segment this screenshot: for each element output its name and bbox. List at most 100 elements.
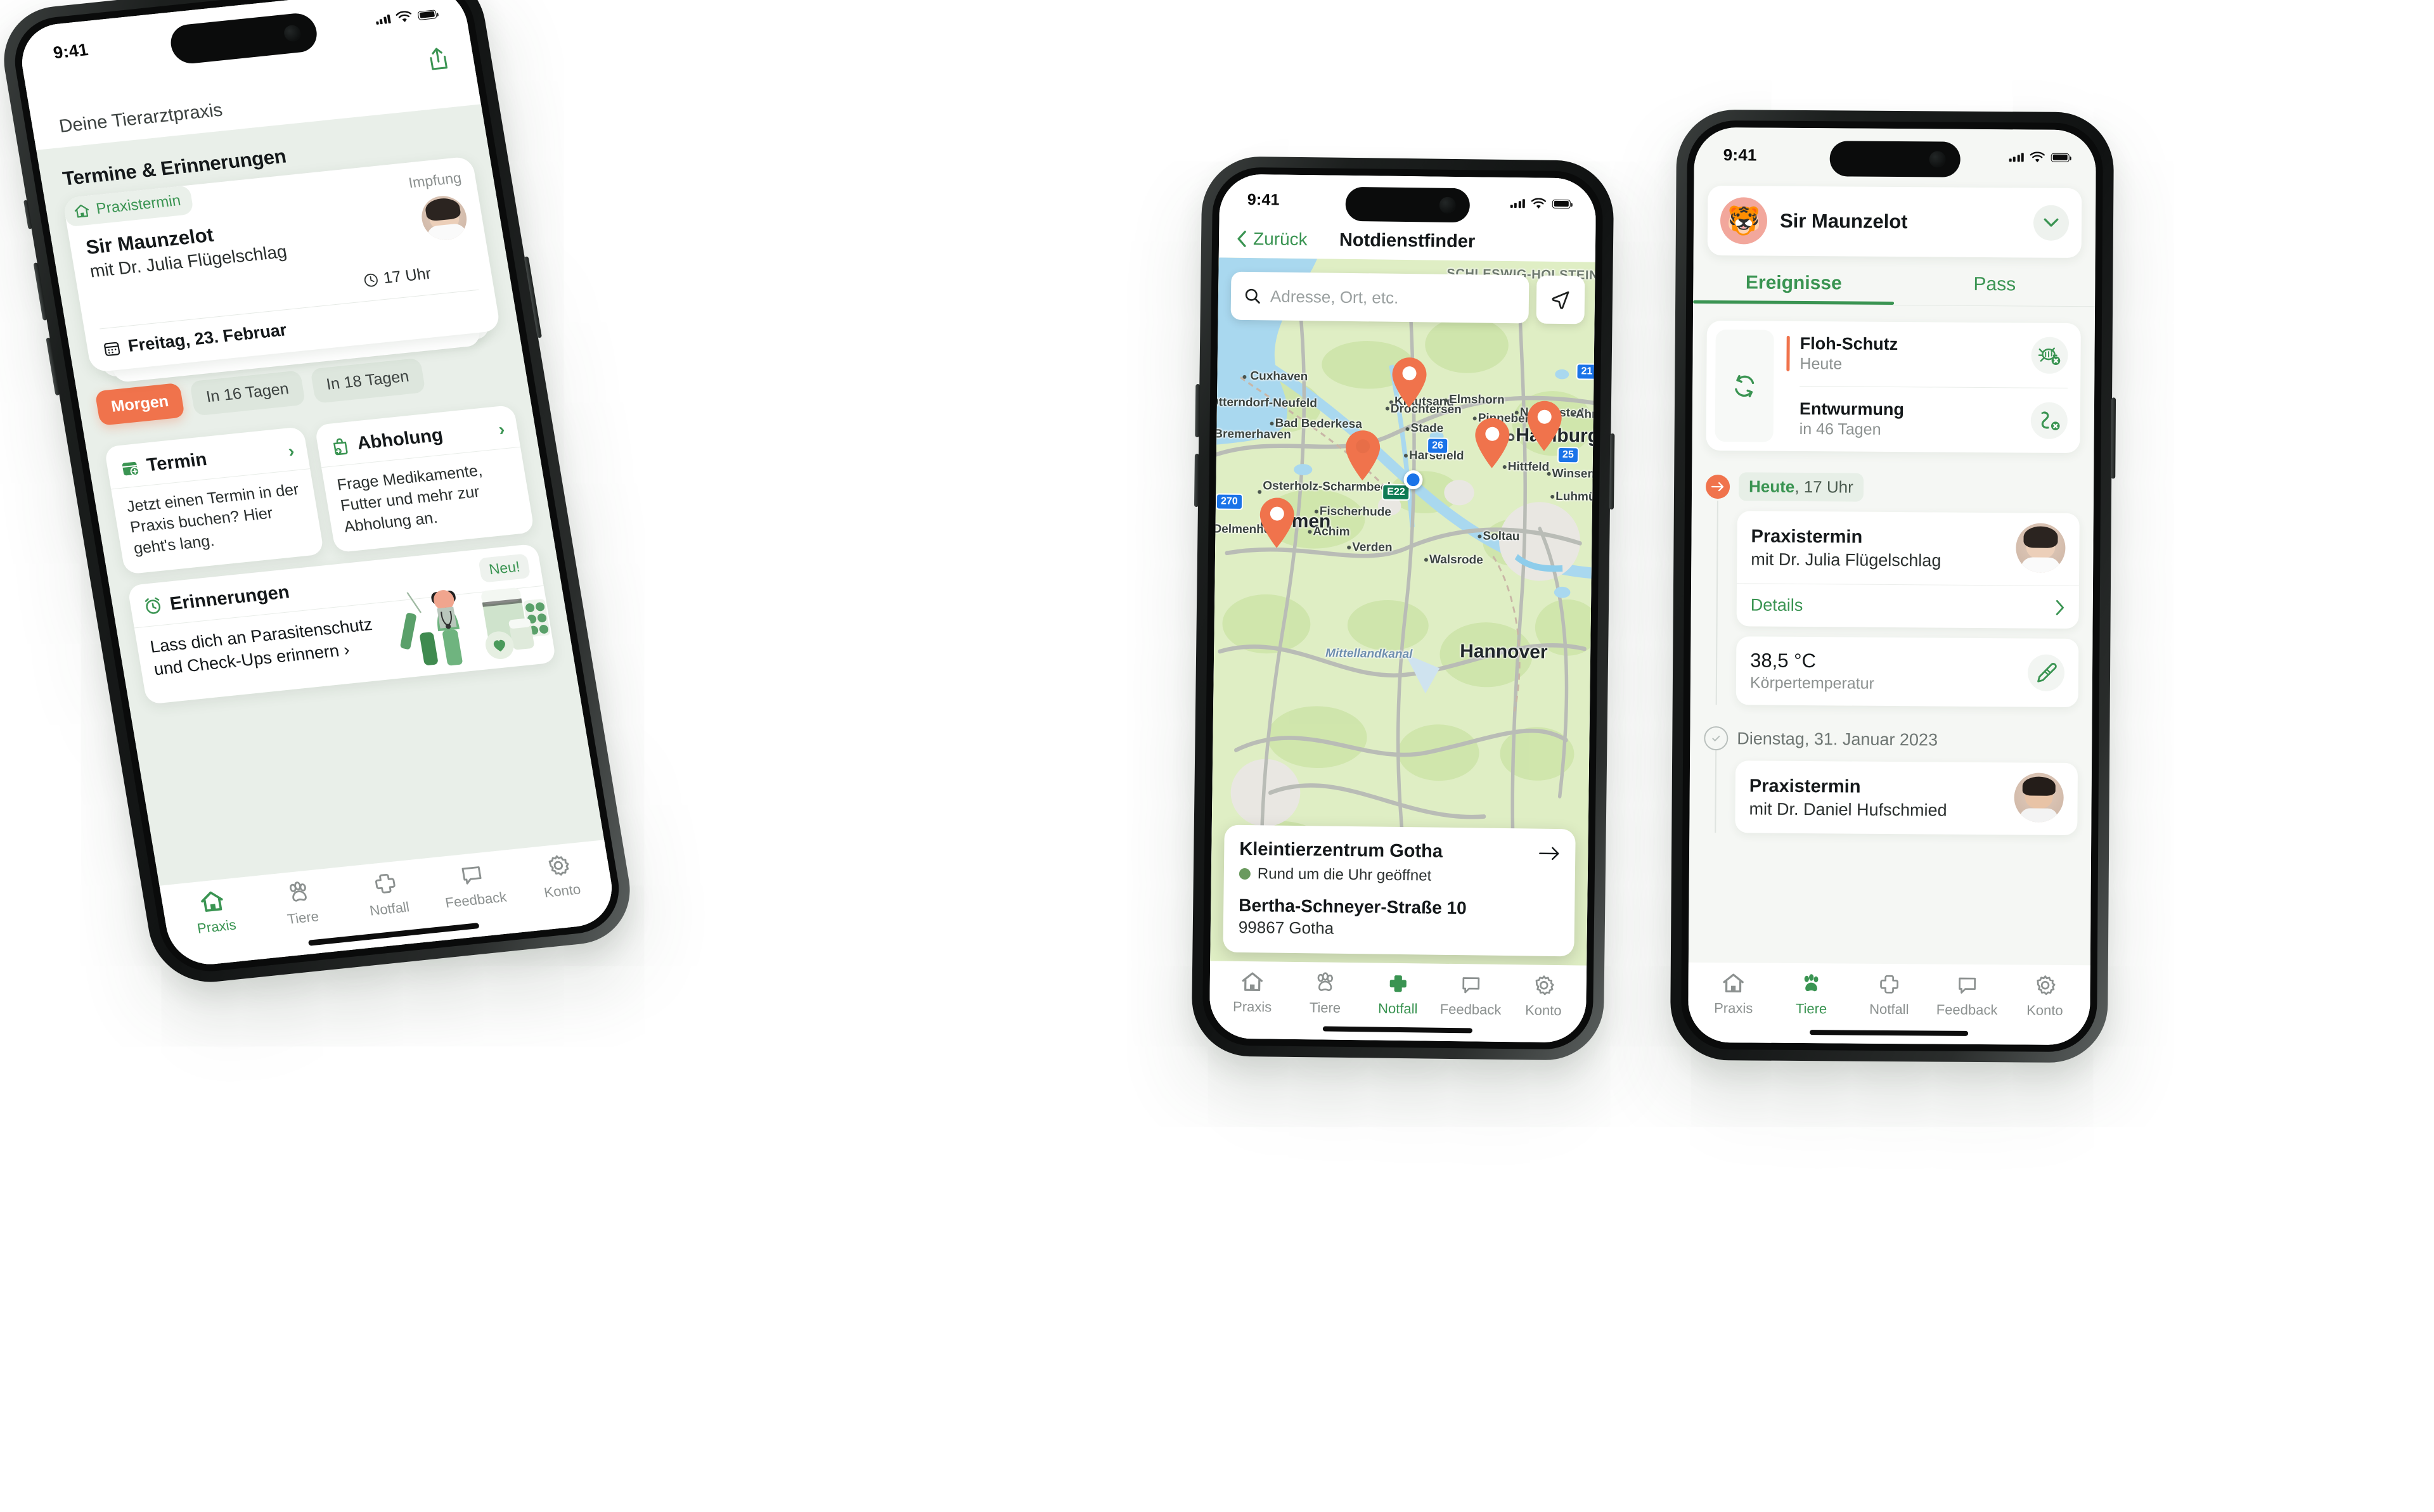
battery-icon	[1552, 199, 1571, 208]
event-card-appointment-past[interactable]: Praxistermin mit Dr. Daniel Hufschmied	[1735, 760, 2078, 836]
tab-tiere[interactable]: Tiere	[254, 876, 347, 930]
map-city-label: Ahrensburg	[1575, 407, 1595, 422]
event-card-temperature[interactable]: 38,5 °C Körpertemperatur	[1735, 636, 2079, 708]
phone3-app: 🐯 Sir Maunzelot Ereignisse Pass Floh-Sch…	[1687, 127, 2097, 1046]
power-button[interactable]	[1609, 433, 1615, 510]
map-city-label: Luhmühlen	[1555, 489, 1595, 504]
timeline-header-past: Dienstag, 31. Januar 2023	[1704, 726, 2078, 753]
quick-card-termin-text: Jetzt einen Termin in der Praxis buchen?…	[125, 480, 300, 558]
map-pin[interactable]	[1524, 399, 1564, 452]
map-city-label: Bremerhaven	[1214, 427, 1291, 442]
tab-label: Feedback	[1936, 1001, 1998, 1018]
cellular-bars-icon	[1510, 198, 1525, 208]
chevron-down-icon	[2044, 218, 2059, 227]
volume-down-button[interactable]	[1194, 453, 1199, 508]
home-icon	[1723, 973, 1744, 993]
chevron-right-icon: ›	[497, 418, 506, 439]
quick-card-abholung[interactable]: Abholung › Frage Medikamente, Futter und…	[314, 404, 535, 553]
home-icon	[1242, 972, 1263, 992]
map-water-label: Mittellandkanal	[1325, 646, 1413, 662]
date-pill-in-16-tagen[interactable]: In 16 Tagen	[190, 370, 306, 416]
cellular-bars-icon	[375, 14, 391, 25]
appointment-tag: Impfung	[407, 169, 463, 191]
tab-feedback[interactable]: Feedback	[1928, 973, 2006, 1018]
tab-notfall[interactable]: Notfall	[1362, 971, 1435, 1017]
status-time: 9:41	[1723, 145, 1757, 165]
status-time: 9:41	[51, 40, 90, 63]
vet-medicine-illustration	[400, 587, 550, 665]
dynamic-island	[1345, 186, 1471, 223]
appointment-time-label: 17 Uhr	[382, 264, 433, 287]
tab-notfall[interactable]: Notfall	[1850, 973, 1928, 1018]
phone3-screen: 9:41 🐯 Sir Maunzelot Ereignisse Pass Flo…	[1687, 127, 2097, 1046]
date-pill-in-18-tagen[interactable]: In 18 Tagen	[309, 357, 426, 404]
cross-icon	[375, 873, 396, 894]
volume-up-button[interactable]	[1195, 383, 1201, 438]
event-card-appointment[interactable]: Praxistermin mit Dr. Julia Flügelschlag …	[1736, 511, 2080, 629]
clinic-open-label: Rund um die Uhr geöffnet	[1257, 865, 1432, 885]
upcoming-bullet-icon	[1705, 474, 1730, 499]
event-details-row[interactable]: Details	[1737, 584, 2079, 629]
event-title: Praxistermin	[1751, 526, 1863, 548]
volume-down-button[interactable]	[46, 337, 60, 396]
map-view[interactable]: SCHLESWIG-HOLSTEIN Cuxhaven Krautsand El…	[1210, 257, 1595, 966]
worm-blocked-icon	[2030, 402, 2068, 439]
power-button[interactable]	[524, 256, 543, 338]
tab-konto[interactable]: Konto	[2006, 973, 2083, 1019]
search-input[interactable]: Adresse, Ort, etc.	[1230, 271, 1529, 324]
tab-praxis[interactable]: Praxis	[1216, 970, 1289, 1015]
map-pin[interactable]	[1472, 416, 1512, 469]
date-pill-morgen[interactable]: Morgen	[94, 382, 186, 426]
appointment-stack: Praxistermin Impfung Sir Maunzelot mit D…	[62, 156, 501, 383]
quick-card-abholung-title: Abholung	[356, 425, 445, 454]
mute-switch[interactable]	[23, 200, 32, 229]
wifi-icon	[1531, 197, 1547, 208]
arrow-right-icon[interactable]	[1538, 845, 1560, 861]
quick-card-termin[interactable]: Termin › Jetzt einen Termin in der Praxi…	[104, 426, 325, 575]
timeline-date-label: Dienstag, 31. Januar 2023	[1737, 728, 1938, 750]
protection-card[interactable]: Floh-Schutz Heute Entwurmung in 46 Tagen	[1706, 320, 2081, 454]
chat-bubble-icon	[1958, 977, 1976, 994]
locate-me-button[interactable]	[1536, 275, 1585, 324]
tab-label: Praxis	[196, 916, 238, 937]
tab-tiere[interactable]: Tiere	[1289, 971, 1362, 1016]
no-marker	[1786, 401, 1789, 437]
power-button[interactable]	[2111, 397, 2116, 479]
clinic-card[interactable]: Kleintierzentrum Gotha Rund um die Uhr g…	[1223, 824, 1576, 957]
bag-plus-icon	[333, 438, 348, 455]
tab-praxis[interactable]: Praxis	[1694, 971, 1772, 1017]
phone1-app: Deine Tierarztpraxis Termine & Erinnerun…	[16, 0, 618, 968]
chevron-left-icon	[1237, 231, 1246, 247]
tab-label: Praxis	[1714, 1000, 1753, 1016]
map-pin[interactable]	[1257, 496, 1297, 549]
protection-row-entwurmung[interactable]: Entwurmung in 46 Tagen	[1773, 387, 2068, 453]
tab-tiere[interactable]: Tiere	[1772, 972, 1850, 1018]
battery-icon	[2051, 153, 2070, 162]
map-city-label: Verden	[1352, 541, 1393, 554]
refresh-icon-glyph	[1735, 375, 1755, 397]
volume-up-button[interactable]	[33, 262, 48, 321]
share-icon[interactable]	[425, 46, 451, 72]
timeline-group-today: Praxistermin mit Dr. Julia Flügelschlag …	[1715, 501, 2080, 708]
tab-pass[interactable]: Pass	[1894, 273, 2095, 306]
map-pin[interactable]	[1389, 356, 1429, 409]
timeline-group-past: Praxistermin mit Dr. Daniel Hufschmied	[1715, 750, 2078, 836]
tab-konto[interactable]: Konto	[513, 849, 607, 904]
tab-praxis[interactable]: Praxis	[167, 885, 261, 939]
thermometer-icon	[2027, 654, 2065, 691]
pet-selector[interactable]: 🐯 Sir Maunzelot	[1707, 185, 2082, 259]
map-pin[interactable]	[1343, 429, 1382, 482]
temperature-value: 38,5 °C	[1750, 649, 1817, 672]
tab-konto[interactable]: Konto	[1507, 973, 1580, 1019]
back-button[interactable]: Zurück	[1235, 229, 1308, 250]
cross-icon	[1880, 975, 1899, 994]
tab-label: Tiere	[1795, 1000, 1827, 1017]
pet-dropdown-button[interactable]	[2033, 205, 2070, 241]
tab-feedback[interactable]: Feedback	[1434, 973, 1508, 1018]
tab-label: Konto	[1524, 1002, 1562, 1019]
clinic-name: Kleintierzentrum Gotha	[1239, 838, 1443, 862]
tab-feedback[interactable]: Feedback	[427, 858, 520, 913]
protection-row-floh[interactable]: Floh-Schutz Heute	[1774, 321, 2068, 388]
tab-notfall[interactable]: Notfall	[340, 867, 434, 921]
tab-label: Notfall	[1869, 1001, 1909, 1018]
